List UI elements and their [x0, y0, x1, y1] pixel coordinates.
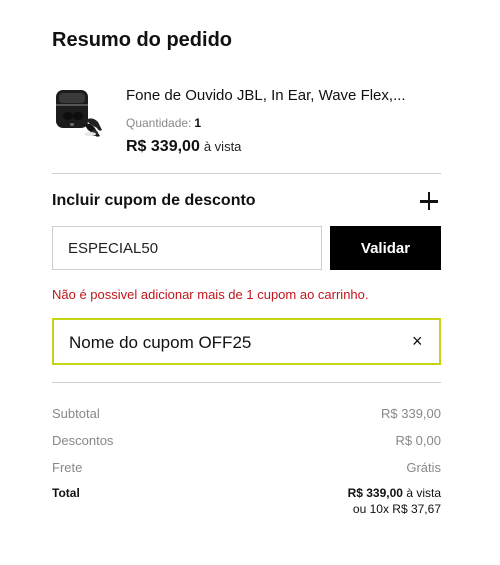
shipping-value: Grátis — [406, 460, 441, 475]
applied-coupon: Nome do cupom OFF25 × — [52, 318, 441, 365]
coupon-code-input[interactable] — [52, 226, 322, 270]
shipping-label: Frete — [52, 460, 83, 475]
expand-coupon-plus-icon[interactable] — [420, 192, 438, 210]
divider — [52, 382, 441, 383]
subtotal-row: Subtotal R$ 339,00 — [52, 406, 441, 422]
shipping-row: Frete Grátis — [52, 460, 441, 476]
total-amount: R$ 339,00 — [347, 486, 403, 500]
price-condition: à vista — [203, 139, 242, 154]
validate-coupon-button[interactable]: Validar — [330, 226, 441, 270]
subtotal-value: R$ 339,00 — [381, 406, 441, 421]
divider — [52, 173, 441, 174]
discount-value: R$ 0,00 — [395, 433, 441, 448]
subtotal-label: Subtotal — [52, 406, 100, 421]
quantity: Quantidade: 1 — [126, 116, 201, 130]
coupon-error-message: Não é possivel adicionar mais de 1 cupom… — [52, 287, 369, 302]
product-image — [56, 90, 102, 137]
quantity-value: 1 — [194, 116, 202, 130]
total-value: R$ 339,00 à vista — [348, 486, 441, 500]
discount-row: Descontos R$ 0,00 — [52, 433, 441, 449]
coupon-section-title: Incluir cupom de desconto — [52, 192, 256, 209]
quantity-label: Quantidade: — [126, 116, 192, 130]
total-condition: à vista — [406, 486, 441, 500]
discount-label: Descontos — [52, 433, 114, 448]
total-row: Total R$ 339,00 à vista ou 10x R$ 37,67 — [52, 486, 441, 526]
product-price: R$ 339,00 à vista — [126, 138, 241, 156]
cart-item: Fone de Ouvido JBL, In Ear, Wave Flex,..… — [52, 82, 442, 155]
total-label: Total — [52, 486, 80, 500]
page-title: Resumo do pedido — [52, 29, 232, 51]
product-price-value: R$ 339,00 — [126, 138, 200, 155]
remove-coupon-close-icon[interactable]: × — [412, 331, 423, 351]
product-name[interactable]: Fone de Ouvido JBL, In Ear, Wave Flex,..… — [126, 87, 406, 104]
installments: ou 10x R$ 37,67 — [352, 502, 441, 516]
applied-coupon-label: Nome do cupom OFF25 — [69, 333, 252, 352]
